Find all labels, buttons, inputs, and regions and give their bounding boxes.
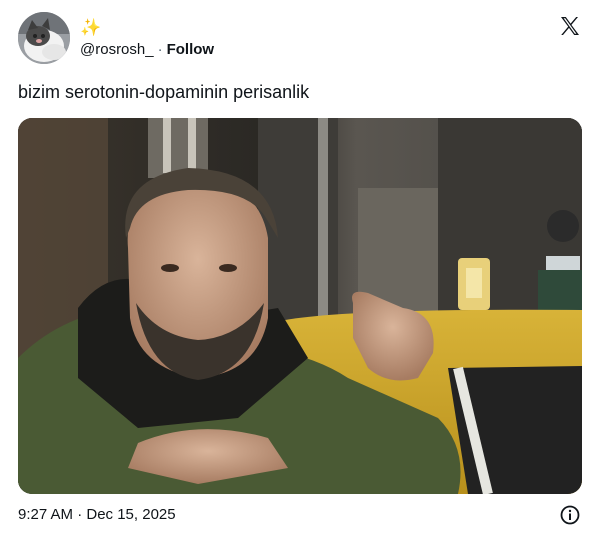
- user-handle[interactable]: @rosrosh_: [80, 41, 154, 58]
- tweet-text: bizim serotonin-dopaminin perisanlik: [18, 82, 310, 102]
- tweet-photo[interactable]: [18, 118, 582, 494]
- info-icon[interactable]: [560, 505, 580, 525]
- tweet-header: ✨ @rosrosh_ · Follow: [18, 12, 582, 68]
- follow-button[interactable]: Follow: [167, 41, 215, 58]
- separator-dot: ·: [157, 41, 163, 58]
- handle-row: @rosrosh_ · Follow: [80, 41, 214, 58]
- photo-man-pointing-taxi: [18, 118, 582, 494]
- avatar[interactable]: [18, 12, 70, 64]
- cat-avatar-image: [18, 12, 70, 64]
- tweet-footer: 9:27 AM · Dec 15, 2025: [18, 505, 582, 527]
- timestamp-link[interactable]: 9:27 AM · Dec 15, 2025: [18, 506, 176, 523]
- x-logo-icon[interactable]: [558, 14, 582, 38]
- display-name[interactable]: ✨: [80, 18, 101, 38]
